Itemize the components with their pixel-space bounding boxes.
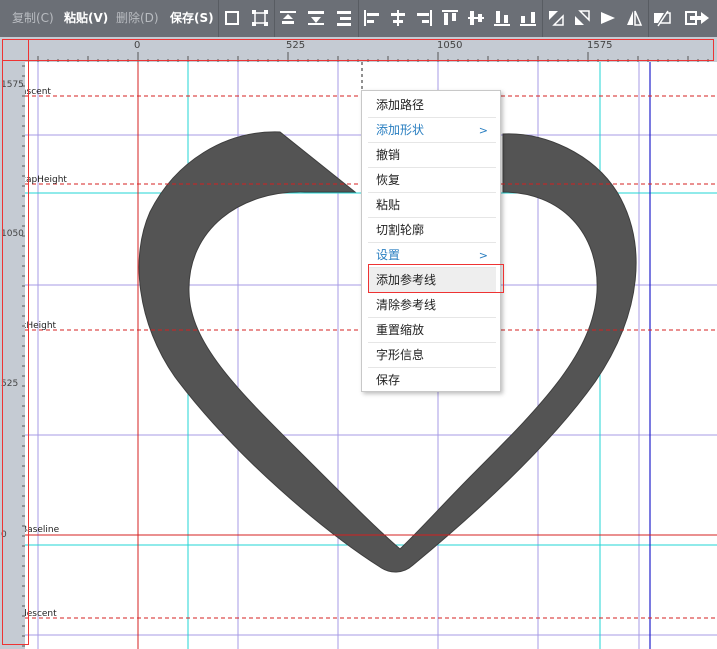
- menu-item-label: 字形信息: [376, 348, 425, 362]
- descent-label: descent: [25, 609, 57, 619]
- menu-item-reset-zoom[interactable]: 重置缩放: [368, 318, 496, 343]
- align-top-icon[interactable]: [278, 8, 298, 28]
- dist-top-icon[interactable]: [440, 8, 460, 28]
- menu-item-add-path[interactable]: 添加路径: [368, 93, 496, 118]
- menu-item-cut-contour[interactable]: 切割轮廓: [368, 218, 496, 243]
- context-menu: 添加路径 添加形状 > 撤销 恢复 粘贴 切割轮廓 设置 > 添加参考线 清除参考线…: [361, 90, 501, 392]
- toolbar: 复制(C) 粘贴(V) 删除(D) 保存(S): [0, 0, 717, 37]
- align-hcenter-icon[interactable]: [388, 8, 408, 28]
- transform-icon[interactable]: [250, 8, 270, 28]
- menu-item-clear-guides[interactable]: 清除参考线: [368, 293, 496, 318]
- menu-item-add-shape[interactable]: 添加形状 >: [368, 118, 496, 143]
- toolbar-divider: [218, 0, 219, 37]
- mirror-v-icon[interactable]: [624, 8, 644, 28]
- menu-item-label: 切割轮廓: [376, 223, 425, 237]
- chevron-right-icon: >: [478, 124, 488, 137]
- mirror-h-icon[interactable]: [598, 8, 618, 28]
- toolbar-divider: [358, 0, 359, 37]
- paste-button[interactable]: 粘贴(V): [64, 0, 108, 37]
- save-button[interactable]: 保存(S): [170, 0, 214, 37]
- baseline-label: Baseline: [25, 525, 60, 535]
- menu-item-redo[interactable]: 恢复: [368, 168, 496, 193]
- menu-item-label: 保存: [376, 373, 401, 387]
- align-vmiddle-icon[interactable]: [306, 8, 326, 28]
- ruler-highlight-top: [2, 39, 714, 61]
- menu-item-paste[interactable]: 粘贴: [368, 193, 496, 218]
- flip-vertical-icon[interactable]: [572, 8, 592, 28]
- dist-horizontal-icon[interactable]: [518, 8, 538, 28]
- toolbar-divider: [648, 0, 649, 37]
- select-rect-icon[interactable]: [222, 8, 242, 28]
- flip-horizontal-icon[interactable]: [546, 8, 566, 28]
- menu-item-label: 粘贴: [376, 198, 401, 212]
- xheight-label: xHeight: [25, 321, 57, 331]
- capheight-label: capHeight: [25, 175, 67, 185]
- menu-item-label: 添加形状: [376, 123, 425, 137]
- copy-button[interactable]: 复制(C): [12, 0, 54, 37]
- menu-item-label: 重置缩放: [376, 323, 425, 337]
- menu-item-save[interactable]: 保存: [368, 368, 496, 393]
- menu-highlight-box: [368, 264, 504, 293]
- align-bottom-icon[interactable]: [334, 8, 354, 28]
- dist-bottom-icon[interactable]: [492, 8, 512, 28]
- menu-item-label: 恢复: [376, 173, 401, 187]
- menu-item-label: 清除参考线: [376, 298, 437, 312]
- dist-vcenter-icon[interactable]: [466, 8, 486, 28]
- menu-item-label: 撤销: [376, 148, 401, 162]
- menu-item-undo[interactable]: 撤销: [368, 143, 496, 168]
- exit-icon[interactable]: [682, 8, 712, 28]
- menu-item-glyph-info[interactable]: 字形信息: [368, 343, 496, 368]
- toolbar-divider: [274, 0, 275, 37]
- menu-item-label: 设置: [376, 248, 401, 262]
- toolbar-divider: [542, 0, 543, 37]
- ruler-highlight-left: [2, 39, 29, 645]
- align-left-icon[interactable]: [362, 8, 382, 28]
- align-right-icon[interactable]: [414, 8, 434, 28]
- menu-item-label: 添加路径: [376, 98, 425, 112]
- delete-button[interactable]: 删除(D): [116, 0, 159, 37]
- toggle-contour-icon[interactable]: [652, 8, 672, 28]
